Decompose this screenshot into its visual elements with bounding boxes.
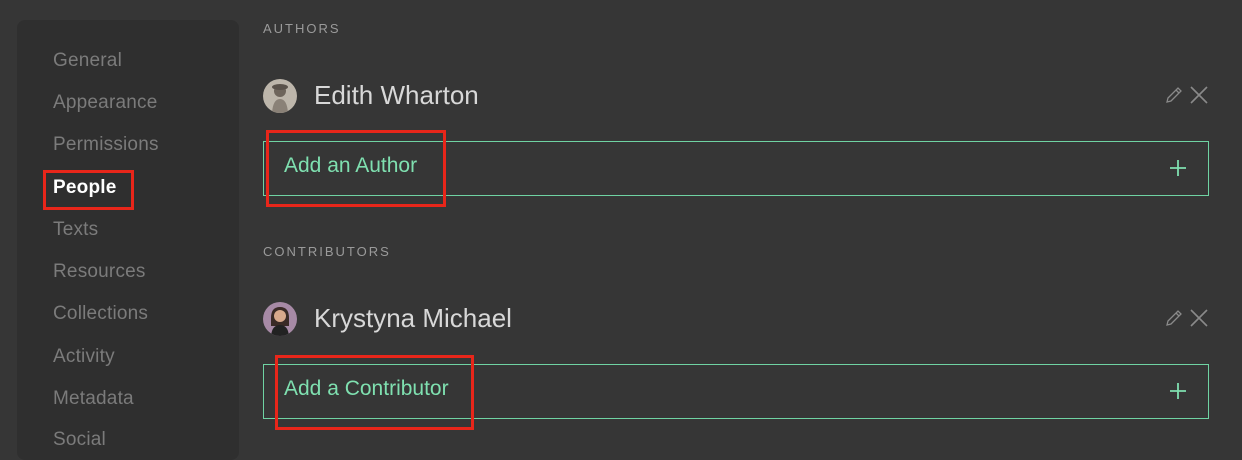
pencil-icon[interactable] (1164, 85, 1184, 105)
author-row: Edith Wharton (263, 77, 1210, 117)
add-contributor-label: Add a Contributor (284, 377, 449, 400)
authors-section-label: AUTHORS (263, 21, 341, 36)
add-contributor-button[interactable]: Add a Contributor (263, 364, 1209, 419)
sidebar-item-resources[interactable]: Resources (53, 261, 146, 283)
sidebar-item-activity[interactable]: Activity (53, 346, 115, 368)
sidebar-item-people[interactable]: People (53, 177, 117, 199)
close-icon[interactable] (1188, 307, 1210, 329)
add-author-button[interactable]: Add an Author (263, 141, 1209, 196)
plus-icon (1168, 158, 1188, 178)
contributor-avatar (263, 302, 297, 336)
author-avatar (263, 79, 297, 113)
sidebar-item-general[interactable]: General (53, 50, 122, 72)
contributor-row: Krystyna Michael (263, 300, 1210, 340)
contributors-section-label: CONTRIBUTORS (263, 244, 391, 259)
sidebar-item-permissions[interactable]: Permissions (53, 134, 159, 156)
sidebar-item-social[interactable]: Social (53, 429, 106, 451)
author-name: Edith Wharton (314, 80, 479, 110)
sidebar-item-collections[interactable]: Collections (53, 303, 148, 325)
sidebar-item-appearance[interactable]: Appearance (53, 92, 157, 114)
close-icon[interactable] (1188, 84, 1210, 106)
contributor-name: Krystyna Michael (314, 303, 512, 333)
plus-icon (1168, 381, 1188, 401)
pencil-icon[interactable] (1164, 308, 1184, 328)
sidebar-item-texts[interactable]: Texts (53, 219, 98, 241)
add-author-label: Add an Author (284, 154, 418, 177)
sidebar-item-metadata[interactable]: Metadata (53, 388, 134, 410)
